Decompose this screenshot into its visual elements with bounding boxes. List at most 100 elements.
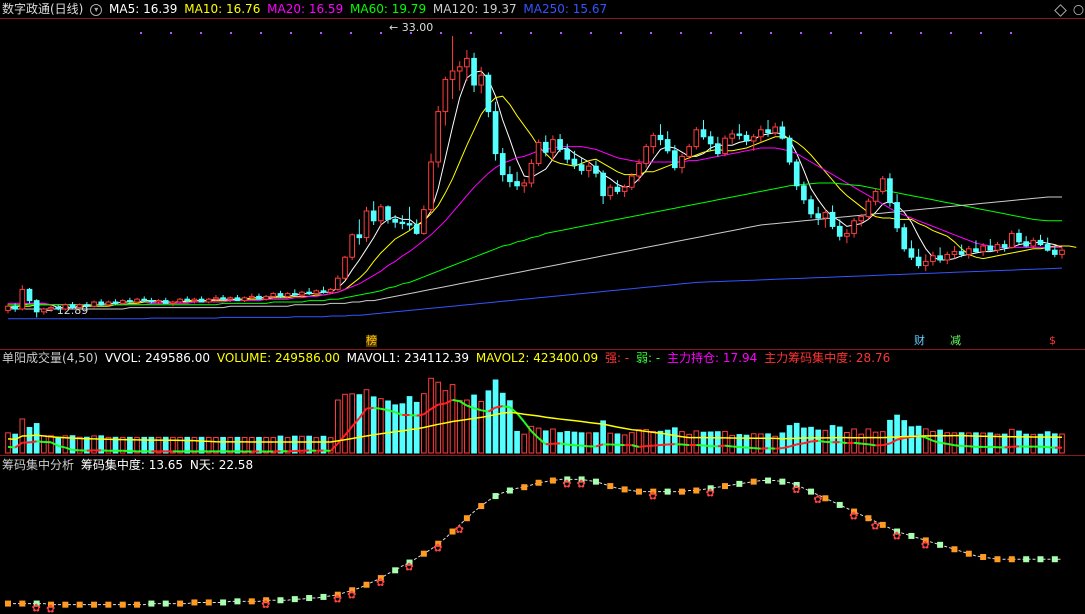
candle-body: [1037, 239, 1044, 246]
chip-marker: [908, 532, 915, 539]
volume-bar: [643, 429, 649, 454]
chip-signal-icon: ✿: [813, 493, 822, 506]
volume-bar: [406, 396, 413, 454]
top-dot-marker: [680, 32, 682, 34]
candle-body: [671, 150, 678, 169]
chip-marker: [291, 596, 298, 603]
volume-ma-segment: [366, 406, 374, 410]
candle-body: [177, 298, 183, 303]
top-dot-marker: [200, 32, 202, 34]
candle-body: [564, 148, 571, 160]
volume-ma-segment: [796, 442, 805, 446]
candle-body: [385, 206, 391, 220]
candle-body: [435, 111, 442, 163]
volume-bar: [41, 435, 47, 454]
volume-bar: [808, 426, 814, 454]
candle-body: [664, 139, 671, 152]
chip-marker: [965, 550, 972, 557]
candle-body: [363, 210, 370, 239]
chip-marker: [750, 478, 757, 485]
chip-marker: [162, 600, 169, 607]
candle-body: [499, 153, 506, 176]
candle-body: [464, 57, 470, 68]
candle-body: [291, 293, 298, 296]
top-dot-marker: [590, 32, 592, 34]
volume-ma-segment: [7, 445, 16, 449]
volume-bar: [671, 427, 678, 454]
chip-marker: [635, 488, 642, 495]
chip-marker: [678, 488, 685, 495]
candle-body: [901, 227, 908, 250]
volume-bar: [26, 426, 33, 454]
candle-body: [686, 146, 692, 157]
candle-body: [944, 253, 951, 261]
candle-body: [19, 288, 26, 310]
volume-bar: [48, 435, 54, 454]
top-dot-marker: [410, 32, 412, 34]
chip-signal-icon: ✿: [455, 523, 464, 536]
chip-marker: [76, 601, 83, 608]
volume-bar: [722, 430, 728, 454]
chip-marker: [234, 598, 241, 605]
candle-body: [471, 57, 477, 86]
candle-body: [105, 301, 112, 306]
candle-body: [55, 307, 62, 310]
chip-signal-icon: ✿: [347, 588, 356, 601]
chip-marker: [592, 478, 599, 485]
chip-marker: [765, 477, 772, 484]
volume-bar: [715, 431, 721, 454]
chip-concentration-line: [8, 478, 1062, 606]
volume-bar: [571, 431, 578, 454]
candle-body: [327, 288, 334, 293]
candle-body: [930, 255, 936, 262]
candle-body: [220, 297, 226, 300]
volume-ma-segment: [810, 439, 819, 443]
top-dot-marker: [800, 32, 802, 34]
candle-body: [542, 141, 549, 153]
volume-bar: [442, 390, 449, 454]
volume-bar: [707, 431, 714, 454]
chip-marker: [463, 515, 470, 522]
candle-body: [399, 221, 406, 225]
candle-body: [378, 206, 384, 222]
top-dot-marker: [470, 32, 472, 34]
volume-bar: [801, 427, 807, 454]
volume-bar: [550, 428, 556, 454]
candle-body: [119, 300, 126, 304]
candle-body: [894, 202, 900, 229]
candle-body: [162, 300, 169, 304]
volume-bar: [521, 433, 528, 454]
volume-bar: [894, 414, 900, 454]
chip-signal-icon: ✿: [405, 561, 414, 574]
chip-marker: [994, 556, 1001, 563]
chart-canvas[interactable]: ✿ ✿ ✿ ✿ ✿ ✿ ✿ ✿ ✿ ✿ ✿ ✿ ✿ ✿ ✿ ✿ ✿ ✿ ✿: [0, 0, 1085, 614]
candle-body: [844, 232, 850, 237]
candle-body: [392, 218, 399, 223]
volume-bar: [879, 431, 886, 454]
volume-ma-segment: [502, 405, 511, 409]
candle-body: [48, 307, 54, 310]
volume-bar: [600, 420, 606, 454]
volume-ma-segment: [954, 444, 962, 447]
candle-body: [715, 143, 721, 155]
volume-bar: [399, 403, 406, 454]
candle-body: [413, 224, 420, 234]
candle-body: [822, 211, 829, 219]
chip-marker: [191, 599, 198, 606]
volume-bar: [836, 426, 843, 454]
chip-marker: [879, 521, 886, 528]
volume-bar: [1044, 431, 1051, 454]
candle-body: [779, 126, 786, 139]
candle-body: [593, 165, 599, 174]
candle-body: [26, 288, 33, 302]
candle-body: [134, 298, 140, 303]
candle-body: [62, 304, 69, 310]
top-dot-marker: [740, 32, 742, 34]
top-dot-marker: [500, 32, 502, 34]
candle-body: [313, 290, 320, 295]
candle-body: [205, 298, 212, 303]
volume-ma-segment: [968, 445, 977, 448]
candle-body: [277, 293, 284, 297]
candle-body: [492, 111, 499, 155]
candle-body: [198, 298, 205, 303]
